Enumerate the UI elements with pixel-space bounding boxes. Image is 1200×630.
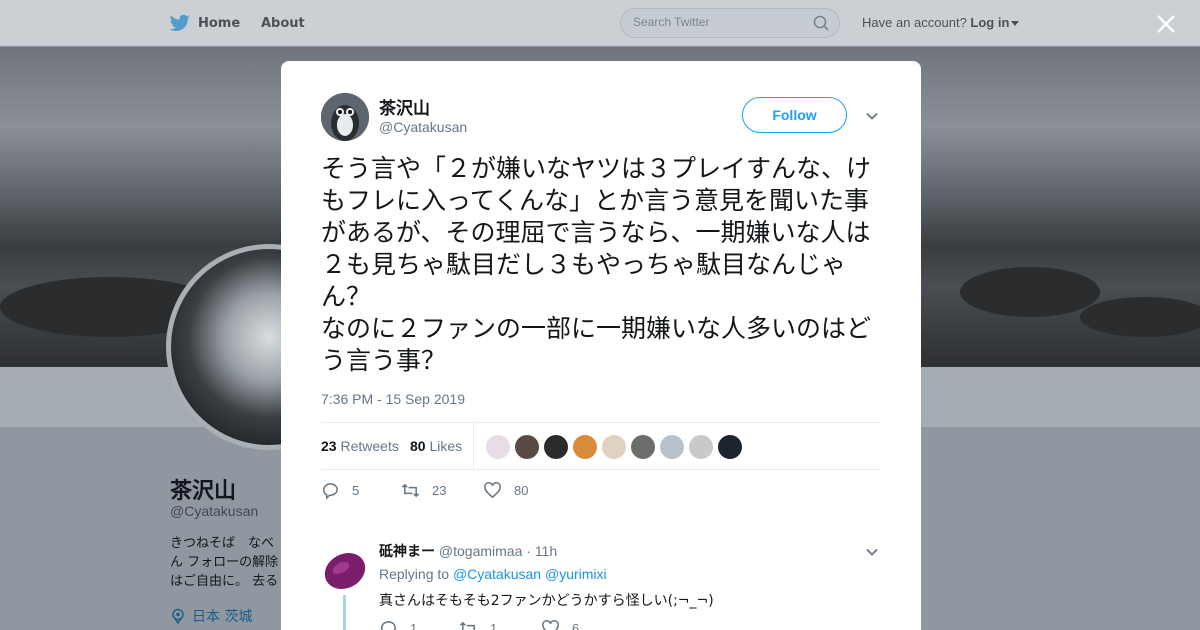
replying-to-link[interactable]: @yurimixi [545, 566, 607, 582]
retweets-label: Retweets [340, 438, 399, 454]
profile-bio: きつねそば なべ ん フォローの解除 はご自由に。 去る [170, 536, 279, 589]
reply-reply-count: 1 [410, 621, 418, 630]
author-avatar-image [321, 93, 369, 141]
account-prompt-text: Have an account? [862, 15, 967, 30]
location-pin-icon [172, 608, 184, 624]
liker-avatar[interactable] [602, 435, 626, 459]
likes-label: Likes [429, 438, 463, 454]
account-prompt: Have an account? Log in [862, 15, 1020, 30]
retweets-stat[interactable]: 23 Retweets [321, 438, 399, 454]
replying-to: Replying to @Cyatakusan @yurimixi [379, 566, 607, 582]
twitter-bird-icon [170, 14, 190, 32]
retweet-icon [459, 621, 475, 630]
liker-avatar[interactable] [718, 435, 742, 459]
search-icon[interactable] [813, 15, 829, 31]
profile-location-text[interactable]: 日本 茨城 [192, 606, 252, 626]
profile-location: 日本 茨城 [170, 606, 252, 626]
search-input[interactable]: Search Twitter [620, 8, 840, 38]
reply-retweet-count: 1 [490, 621, 498, 630]
author-handle[interactable]: @Cyatakusan [379, 119, 467, 135]
author-name[interactable]: 茶沢山 [379, 94, 430, 119]
retweet-action[interactable]: 23 [401, 481, 446, 500]
liker-avatar[interactable] [573, 435, 597, 459]
reply-action[interactable]: 5 [321, 481, 359, 500]
reply-icon [323, 483, 338, 500]
chevron-down-icon[interactable] [865, 109, 879, 123]
caret-down-icon[interactable] [1011, 21, 1020, 27]
tweet-timestamp[interactable]: 7:36 PM - 15 Sep 2019 [321, 391, 465, 407]
retweet-count: 23 [432, 483, 447, 498]
reply-count: 5 [352, 483, 360, 498]
like-action[interactable]: 80 [483, 481, 528, 500]
liker-avatar[interactable] [486, 435, 510, 459]
reply-thread-line [343, 595, 346, 630]
nav-home-link[interactable]: Home [170, 14, 240, 32]
reply-text: 真さんはそもそも2ファンかどうかすら怪しい(;¬_¬) [379, 593, 714, 609]
reply-author-handle[interactable]: @togamimaa [439, 543, 522, 559]
follow-button[interactable]: Follow [742, 97, 847, 133]
replying-prefix: Replying to [379, 566, 450, 582]
reply-author-name[interactable]: 砥神まー [379, 544, 435, 560]
reply-action[interactable]: 1 [379, 619, 417, 630]
profile-name: 茶沢山 [170, 479, 237, 504]
tweet-stats: 23 Retweets 80 Likes [321, 422, 881, 470]
chevron-down-icon[interactable] [865, 545, 879, 559]
search-placeholder: Search Twitter [633, 15, 710, 29]
retweets-count: 23 [321, 438, 337, 454]
stats-divider [473, 423, 474, 470]
reply-like-count: 6 [572, 621, 580, 630]
nav-home-label: Home [198, 15, 241, 31]
replying-to-link[interactable]: @Cyatakusan [453, 566, 541, 582]
like-count: 80 [514, 483, 529, 498]
tweet-modal: 茶沢山 @Cyatakusan Follow そう言や「２が嫌いなヤツは３プレイ… [281, 61, 921, 630]
reply-header: 砥神まー @togamimaa · 11h [379, 541, 557, 561]
tweet-text: そう言や「２が嫌いなヤツは３プレイすんな、けもフレに入ってくんな」とか言う意見を… [321, 154, 872, 375]
author-avatar[interactable] [321, 93, 369, 141]
reply-time[interactable]: 11h [535, 543, 557, 559]
top-nav: Home About Search Twitter Have an accoun… [0, 0, 1200, 46]
liker-avatar[interactable] [544, 435, 568, 459]
retweet-icon [401, 483, 420, 498]
liker-avatar[interactable] [631, 435, 655, 459]
reply-separator: · [526, 543, 531, 559]
liker-avatar[interactable] [515, 435, 539, 459]
heart-icon [542, 620, 559, 630]
heart-icon [484, 482, 501, 499]
liker-avatar[interactable] [660, 435, 684, 459]
close-icon[interactable] [1155, 13, 1177, 35]
login-link[interactable]: Log in [970, 15, 1009, 30]
reply-icon [381, 621, 396, 630]
like-action[interactable]: 6 [541, 619, 579, 630]
liker-avatar[interactable] [689, 435, 713, 459]
nav-about-link[interactable]: About [261, 16, 305, 31]
likes-stat[interactable]: 80 Likes [410, 438, 462, 454]
profile-handle: @Cyatakusan [170, 503, 259, 519]
reply-author-avatar[interactable] [321, 545, 369, 593]
likes-count: 80 [410, 438, 426, 454]
retweet-action[interactable]: 1 [459, 619, 497, 630]
